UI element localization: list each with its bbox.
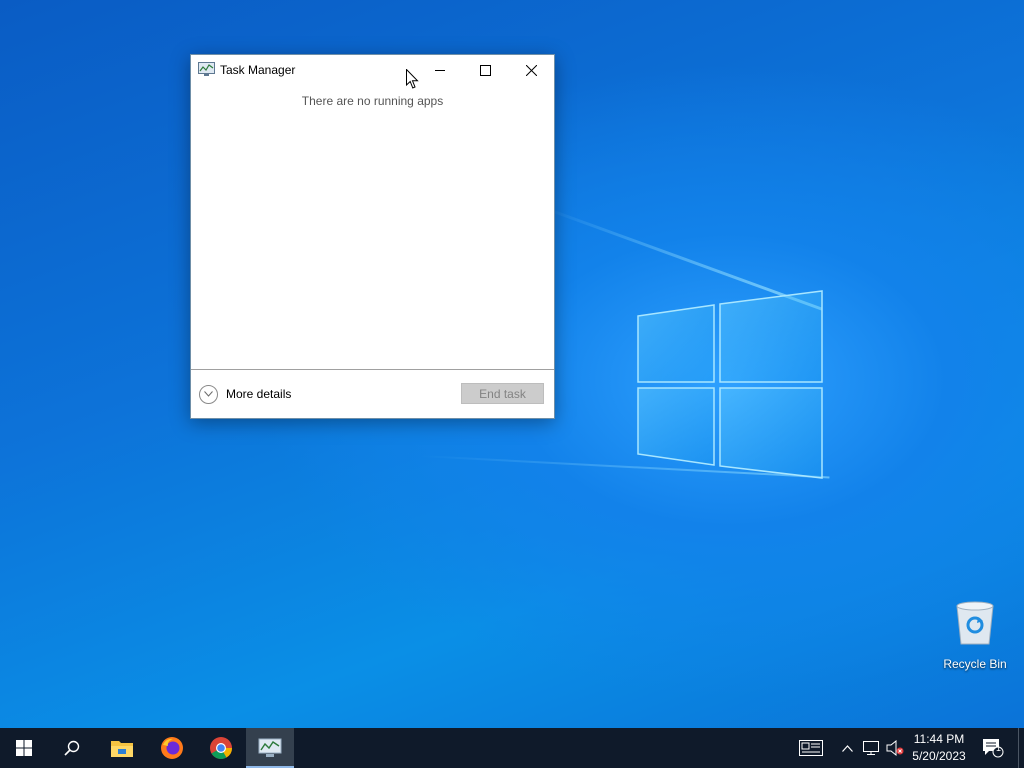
search-icon [64, 740, 80, 756]
network-button[interactable] [860, 728, 882, 768]
volume-muted-icon [886, 740, 904, 756]
recycle-bin-icon [956, 601, 994, 645]
chevron-down-icon [199, 384, 218, 404]
file-explorer-icon [111, 741, 133, 757]
more-details-button[interactable]: More details [199, 384, 291, 404]
notification-count: 1 [996, 743, 1002, 753]
task-manager-icon [258, 738, 282, 757]
footer-divider [191, 369, 554, 370]
file-explorer-button[interactable] [98, 728, 146, 768]
search-button[interactable] [48, 728, 96, 768]
maximize-button[interactable] [462, 55, 508, 85]
title-bar[interactable]: Task Manager [191, 55, 554, 85]
maximize-icon [479, 64, 491, 76]
firefox-icon [161, 737, 183, 759]
chevron-up-icon [841, 744, 853, 752]
close-button[interactable] [508, 55, 554, 85]
firefox-button[interactable] [148, 728, 196, 768]
empty-apps-message: There are no running apps [301, 94, 444, 108]
task-manager-taskbar-button[interactable] [246, 728, 294, 768]
taskbar: 11:44 PM 5/20/2023 1 [0, 728, 1024, 768]
minimize-icon [434, 69, 445, 71]
task-manager-icon [198, 62, 215, 76]
news-icon [799, 740, 823, 756]
chrome-icon [210, 737, 232, 759]
close-icon [525, 64, 537, 76]
network-icon [863, 741, 879, 755]
recycle-bin-label: Recycle Bin [943, 657, 1007, 671]
mouse-cursor-icon [406, 69, 419, 89]
recycle-bin-desktop-icon[interactable]: Recycle Bin [940, 600, 1010, 671]
start-icon [16, 740, 32, 756]
news-and-interests-button[interactable] [796, 728, 826, 768]
more-details-label: More details [226, 387, 292, 401]
show-hidden-icons-button[interactable] [838, 728, 856, 768]
window-title: Task Manager [220, 63, 296, 77]
task-manager-window: Task Manager There are no running apps M… [190, 54, 555, 419]
windows-logo-wallpaper [637, 290, 823, 479]
show-desktop-button[interactable] [1018, 728, 1019, 768]
start-button[interactable] [0, 728, 48, 768]
chrome-button[interactable] [197, 728, 245, 768]
end-task-button[interactable]: End task [461, 383, 544, 404]
clock-time: 11:44 PM [913, 732, 965, 746]
volume-button[interactable] [884, 728, 906, 768]
system-clock[interactable]: 11:44 PM 5/20/2023 [906, 731, 972, 765]
action-center-button[interactable]: 1 [976, 728, 1010, 768]
minimize-button[interactable] [417, 55, 463, 85]
clock-date: 5/20/2023 [912, 749, 966, 763]
